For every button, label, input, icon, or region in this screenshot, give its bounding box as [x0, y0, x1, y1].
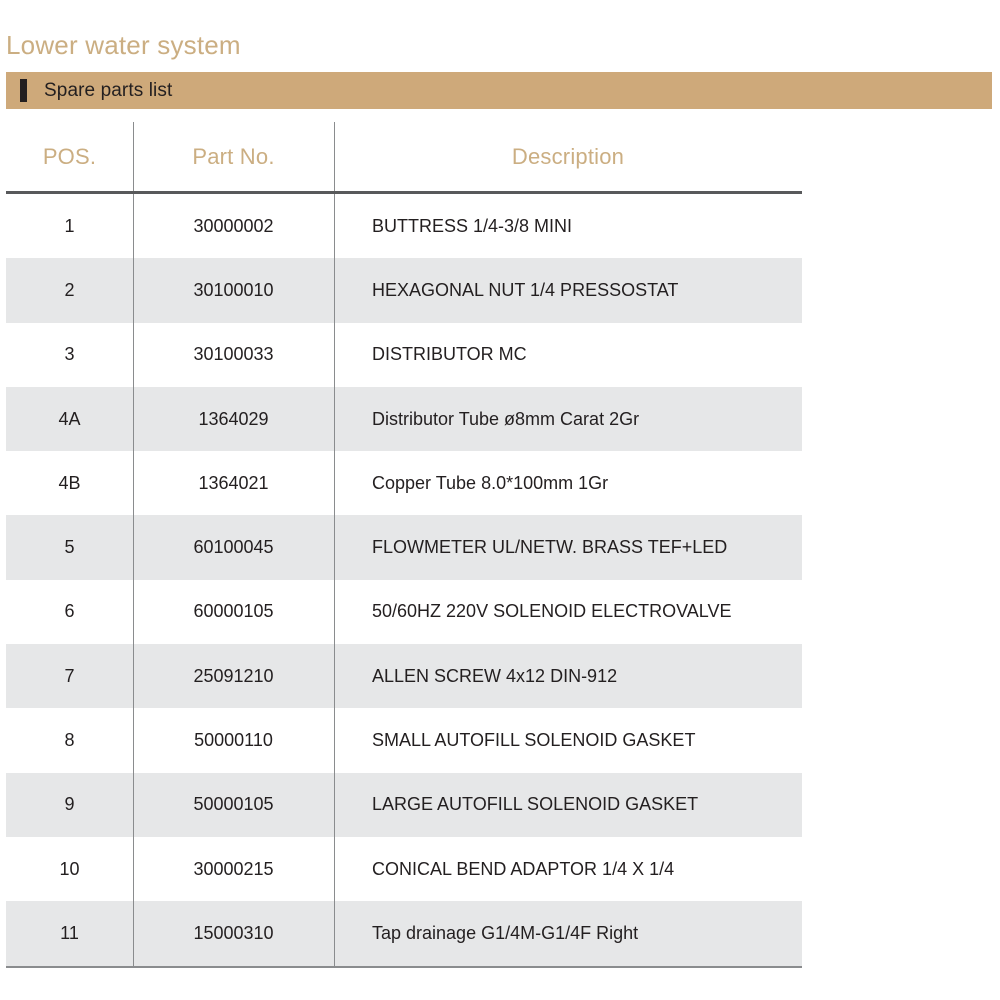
cell-part-no: 50000105 — [193, 794, 274, 815]
cell-pos: 4B — [58, 472, 81, 493]
cell-part-no: 1364029 — [198, 408, 269, 429]
cell-part-no: 30100033 — [193, 344, 274, 365]
cell-description: LARGE AUTOFILL SOLENOID GASKET — [372, 794, 699, 815]
cell-part-no: 25091210 — [193, 665, 274, 686]
cell-part-no: 1364021 — [198, 472, 269, 493]
footer-rule — [6, 965, 802, 968]
section-banner: Spare parts list — [6, 72, 992, 109]
cell-pos: 11 — [60, 922, 79, 943]
section-banner-label: Spare parts list — [44, 79, 173, 101]
table-row: 4B 1364021 Copper Tube 8.0*100mm 1Gr — [6, 451, 802, 516]
table-row: 3 30100033 DISTRIBUTOR MC — [6, 322, 802, 387]
cell-pos: 10 — [59, 858, 80, 879]
column-header-description: Description — [511, 143, 625, 169]
cell-description: DISTRIBUTOR MC — [372, 344, 527, 365]
cell-part-no: 60000105 — [193, 601, 274, 622]
table-body: 1 30000002 BUTTRESS 1/4-3/8 MINI 2 30100010 H… — [6, 194, 802, 966]
cell-description: HEXAGONAL NUT 1/4 PRESSOSTAT — [372, 279, 679, 300]
cell-part-no: 30000215 — [193, 858, 274, 879]
table-row: 8 50000110 SMALL AUTOFILL SOLENOID GASKET — [6, 708, 802, 773]
table-row: 11 15000310 Tap drainage G1/4M-G1/4F Right — [6, 901, 802, 966]
column-header-pos: POS. — [42, 143, 97, 169]
spare-parts-page: Lower water system Spare parts list POS.… — [0, 0, 1000, 1000]
cell-pos: 3 — [64, 344, 75, 365]
cell-pos: 9 — [64, 794, 75, 815]
header-rule — [6, 191, 802, 194]
cell-pos: 7 — [64, 665, 75, 686]
table-row: 7 25091210 ALLEN SCREW 4x12 DIN-912 — [6, 644, 802, 709]
cell-pos: 5 — [64, 537, 75, 558]
cell-part-no: 15000310 — [193, 922, 274, 943]
banner-marker-icon — [20, 79, 27, 102]
cell-description: 50/60HZ 220V SOLENOID ELECTROVALVE — [372, 601, 732, 622]
cell-description: ALLEN SCREW 4x12 DIN-912 — [372, 665, 618, 686]
cell-pos: 2 — [64, 279, 75, 300]
cell-pos: 6 — [64, 601, 75, 622]
cell-part-no: 30000002 — [193, 215, 274, 236]
table-row: 1 30000002 BUTTRESS 1/4-3/8 MINI — [6, 194, 802, 259]
table-grid: POS. Part No. Description 1 30000002 BUTTR… — [6, 122, 802, 968]
cell-pos: 1 — [64, 215, 75, 236]
cell-part-no: 50000110 — [194, 730, 273, 751]
page-title: Lower water system — [6, 30, 241, 61]
column-header-part-no: Part No. — [192, 143, 275, 169]
cell-description: FLOWMETER UL/NETW. BRASS TEF+LED — [372, 537, 728, 558]
cell-description: BUTTRESS 1/4-3/8 MINI — [372, 215, 573, 236]
cell-part-no: 60100045 — [193, 537, 274, 558]
table-row: 4A 1364029 Distributor Tube ø8mm Carat 2Gr — [6, 386, 802, 452]
table-row: 10 30000215 CONICAL BEND ADAPTOR 1/4 X 1/4 — [6, 836, 802, 902]
cell-description: CONICAL BEND ADAPTOR 1/4 X 1/4 — [372, 858, 675, 879]
table-row: 9 50000105 LARGE AUTOFILL SOLENOID GASKET — [6, 772, 802, 837]
cell-pos: 4A — [58, 408, 81, 429]
cell-description: SMALL AUTOFILL SOLENOID GASKET — [372, 730, 696, 751]
cell-description: Tap drainage G1/4M-G1/4F Right — [372, 922, 639, 943]
spare-parts-table: POS. Part No. Description 1 30000002 BUTTR… — [6, 122, 802, 968]
cell-description: Copper Tube 8.0*100mm 1Gr — [372, 472, 609, 493]
cell-part-no: 30100010 — [193, 279, 274, 300]
table-row: 2 30100010 HEXAGONAL NUT 1/4 PRESSOSTAT — [6, 258, 802, 323]
cell-pos: 8 — [64, 730, 75, 751]
cell-description: Distributor Tube ø8mm Carat 2Gr — [372, 408, 640, 429]
table-row: 5 60100045 FLOWMETER UL/NETW. BRASS TEF+LE… — [6, 515, 802, 580]
table-row: 6 60000105 50/60HZ 220V SOLENOID ELECTROVA… — [6, 579, 802, 645]
table-header-row: POS. Part No. Description — [6, 122, 802, 191]
